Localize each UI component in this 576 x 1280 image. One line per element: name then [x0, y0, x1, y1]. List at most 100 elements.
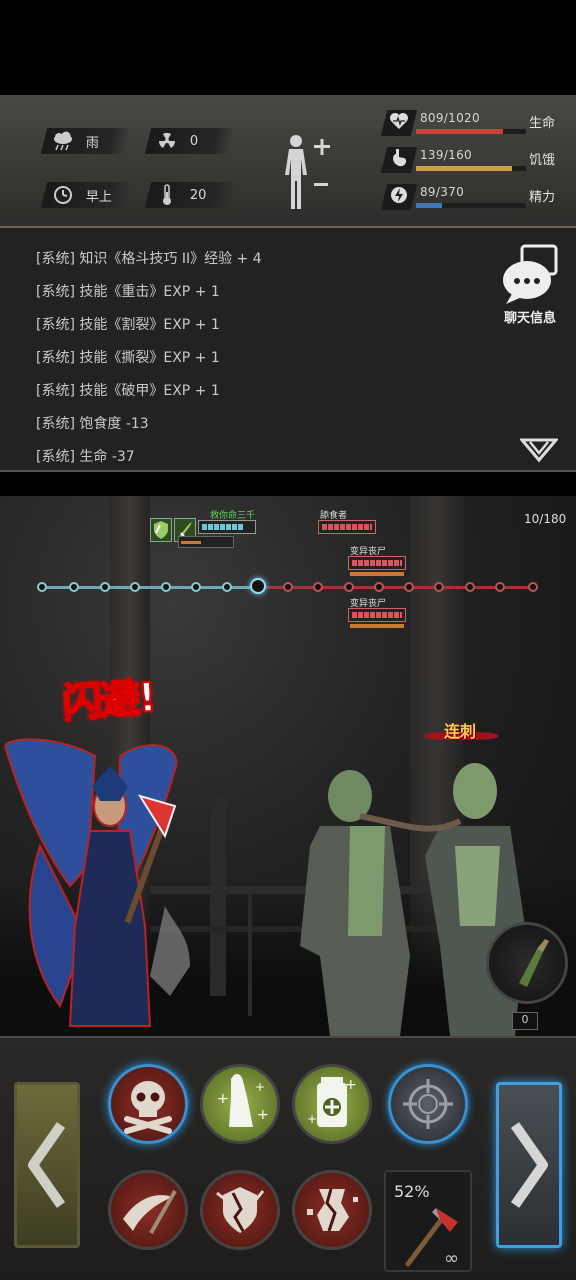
enemy-hp-bar[interactable] [318, 520, 376, 534]
log-line: [系统] 技能《重击》EXP + 1 [36, 284, 220, 300]
chevron-down-icon [518, 438, 560, 463]
player-character[interactable] [0, 736, 190, 1036]
timeline-current-node [250, 578, 266, 594]
health-stat: 809/1020 生命 [380, 110, 569, 140]
skill-slash-button[interactable] [108, 1170, 188, 1250]
weapon-durability: 52% [394, 1182, 430, 1201]
break-icon [307, 1188, 358, 1232]
timeline-node [528, 582, 538, 592]
timeline-node [495, 582, 505, 592]
timeline-node [69, 582, 79, 592]
hunger-label: 饥饿 [529, 153, 556, 168]
temperature-cell: 20 [144, 182, 236, 208]
timeline-node [434, 582, 444, 592]
timeline-node [374, 582, 384, 592]
timeline-node [37, 582, 47, 592]
svg-text:+: + [217, 1091, 229, 1107]
time-cell: 早上 [40, 182, 132, 208]
temperature-value: 20 [190, 187, 207, 203]
log-line: [系统] 技能《割裂》EXP + 1 [36, 317, 220, 333]
skill-aim-button[interactable] [388, 1064, 468, 1144]
body-figure-icon [285, 135, 330, 209]
energy-value: 89/370 [420, 185, 465, 199]
energy-bar-fill [416, 203, 443, 208]
svg-text:+: + [307, 1112, 317, 1126]
quick-item-slot[interactable] [486, 922, 568, 1004]
hunger-value: 139/160 [420, 148, 472, 162]
health-label: 生命 [529, 116, 556, 131]
shatter-armor-icon [216, 1187, 265, 1233]
timeline-node [100, 582, 110, 592]
energy-stat: 89/370 精力 [380, 184, 569, 214]
timeline-node [313, 582, 323, 592]
log-line: [系统] 技能《撕裂》EXP + 1 [36, 350, 220, 366]
energy-icon [390, 185, 408, 209]
medkit-icon: ++ [307, 1077, 357, 1127]
log-line: [系统] 技能《破甲》EXP + 1 [36, 383, 220, 399]
timeline-node [283, 582, 293, 592]
log-line: [系统] 知识《格斗技巧 II》经验 + 4 [36, 251, 262, 267]
enemy-hp-bar[interactable] [348, 556, 406, 570]
svg-text:+: + [255, 1080, 265, 1094]
timeline-node [404, 582, 414, 592]
chat-info-button[interactable]: 聊天信息 [498, 244, 562, 330]
radiation-icon [154, 130, 180, 152]
skill-poison-button[interactable] [108, 1064, 188, 1144]
hunger-stat: 139/160 饥饿 [380, 147, 569, 177]
battle-scene: 10/180 救你命三千 舔食者 变异丧尸 变异丧尸 闪避! 连刺 0 [0, 496, 576, 1036]
rain-cloud-icon [50, 130, 76, 152]
next-page-button[interactable] [496, 1082, 562, 1248]
skill-heal-body-button[interactable]: + + + [200, 1064, 280, 1144]
clock-icon [50, 184, 76, 206]
molotov-bottle-icon [519, 939, 549, 987]
system-log-panel[interactable]: [系统] 知识《格斗技巧 II》经验 + 4 [系统] 技能《重击》EXP + … [0, 228, 576, 472]
radiation-value: 0 [190, 133, 199, 149]
crosshair-icon [403, 1079, 453, 1129]
timeline-node [344, 582, 354, 592]
weapon-ammo: ∞ [444, 1248, 459, 1269]
svg-text:+: + [257, 1107, 269, 1123]
weather-cell: 雨 [40, 128, 132, 154]
chat-info-label: 聊天信息 [503, 311, 556, 326]
chevron-right-icon [510, 1122, 548, 1208]
previous-page-button[interactable] [14, 1082, 80, 1248]
dodge-floating-text: 闪避! [60, 674, 157, 728]
skill-medkit-button[interactable]: + + [292, 1064, 372, 1144]
radiation-cell: 0 [144, 128, 236, 154]
time-of-day-label: 早上 [86, 189, 113, 205]
log-line: [系统] 生命 -37 [36, 449, 135, 465]
timeline-node [222, 582, 232, 592]
chat-bubble-icon [503, 244, 558, 304]
collapse-log-button[interactable] [518, 436, 560, 464]
health-value: 809/1020 [420, 111, 480, 125]
log-line: [系统] 饱食度 -13 [36, 416, 149, 432]
defense-buff-icon[interactable] [150, 518, 172, 542]
timeline-node [130, 582, 140, 592]
stomach-icon [390, 148, 408, 172]
body-heal-icon: + + + [217, 1074, 269, 1127]
enemy-hp-bar[interactable] [348, 608, 406, 622]
thermometer-icon [154, 184, 180, 206]
weather-label: 雨 [86, 135, 100, 151]
skill-floating-text: 连刺 [444, 722, 477, 741]
timeline-node [161, 582, 171, 592]
health-bar-fill [416, 129, 504, 134]
action-controls: + + + + + 52% ∞ [0, 1036, 576, 1280]
quick-item-count: 0 [512, 1012, 538, 1030]
turn-counter: 10/180 [524, 512, 567, 526]
timeline-node [465, 582, 475, 592]
timeline-node [191, 582, 201, 592]
skill-armor-break-button[interactable] [200, 1170, 280, 1250]
energy-label: 精力 [529, 190, 556, 205]
heart-icon [389, 112, 409, 134]
slash-attack-icon [123, 1190, 177, 1234]
skull-crossbones-icon [124, 1081, 172, 1134]
hunger-bar-fill [416, 166, 512, 171]
skill-break-button[interactable] [292, 1170, 372, 1250]
body-status-button[interactable] [278, 131, 338, 215]
svg-text:+: + [345, 1077, 357, 1093]
equipped-weapon-card[interactable]: 52% ∞ [384, 1170, 472, 1272]
player-hp-bar [198, 520, 256, 534]
chevron-left-icon [28, 1122, 66, 1208]
status-panel: 雨 0 早上 20 809/1020 生命 139/160 饥饿 89/370 … [0, 95, 576, 228]
